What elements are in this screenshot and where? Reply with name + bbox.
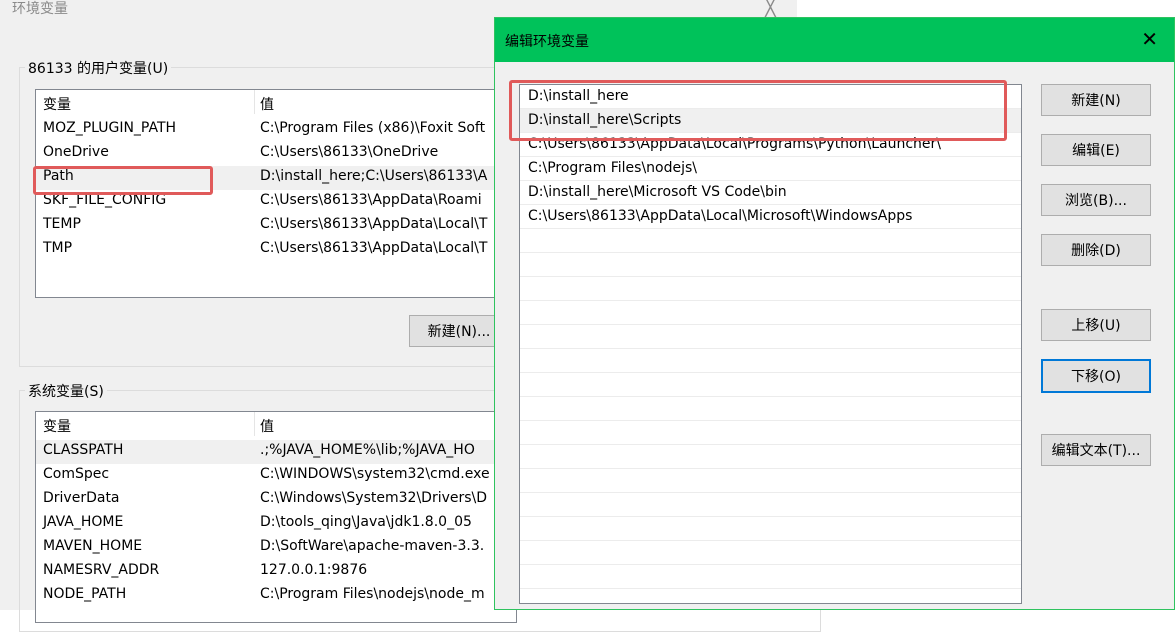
column-header-value[interactable]: 值	[260, 94, 274, 114]
sys-var-row[interactable]: JAVA_HOME D:\tools_qing\Java\jdk1.8.0_05	[36, 512, 516, 536]
dialog-title: 编辑环境变量	[505, 34, 589, 50]
path-entry[interactable]: C:\Users\86133\AppData\Local\Microsoft\W…	[520, 205, 1021, 229]
sys-var-row[interactable]: NODE_PATH C:\Program Files\nodejs\node_m	[36, 584, 516, 608]
var-name: OneDrive	[43, 144, 109, 160]
empty-entry[interactable]	[520, 229, 1021, 253]
delete-button[interactable]: 删除(D)	[1041, 234, 1151, 266]
sys-var-row[interactable]: NAMESRV_ADDR 127.0.0.1:9876	[36, 560, 516, 584]
var-value: C:\Users\86133\AppData\Local\T	[260, 240, 488, 256]
column-header-value[interactable]: 值	[260, 416, 274, 436]
user-var-row[interactable]: TMP C:\Users\86133\AppData\Local\T	[36, 238, 516, 262]
path-highlight-box	[33, 166, 213, 195]
empty-entry[interactable]	[520, 277, 1021, 301]
var-name: TEMP	[43, 216, 81, 232]
empty-entry[interactable]	[520, 253, 1021, 277]
path-entry[interactable]: D:\install_here\Microsoft VS Code\bin	[520, 181, 1021, 205]
var-name: DriverData	[43, 490, 120, 506]
empty-entry[interactable]	[520, 349, 1021, 373]
var-value: C:\Users\86133\OneDrive	[260, 144, 439, 160]
var-name: ComSpec	[43, 466, 110, 482]
var-value: C:\Windows\System32\Drivers\D	[260, 490, 488, 506]
new-button[interactable]: 新建(N)	[1041, 84, 1151, 116]
install-here-highlight-box	[509, 80, 1007, 141]
path-text: C:\Program Files\nodejs\	[528, 160, 698, 176]
move-down-button[interactable]: 下移(O)	[1041, 359, 1151, 393]
path-entries-list[interactable]: D:\install_here D:\install_here\Scripts …	[519, 84, 1022, 604]
system-variables-list[interactable]: 变量 值 CLASSPATH .;%JAVA_HOME%\lib;%JAVA_H…	[35, 411, 517, 623]
empty-entry[interactable]	[520, 325, 1021, 349]
user-var-row[interactable]: MOZ_PLUGIN_PATH C:\Program Files (x86)\F…	[36, 118, 516, 142]
var-name: MAVEN_HOME	[43, 538, 143, 554]
empty-entry[interactable]	[520, 517, 1021, 541]
close-icon[interactable]: ✕	[1141, 27, 1158, 51]
var-value: 127.0.0.1:9876	[260, 562, 368, 578]
sys-var-row[interactable]: MAVEN_HOME D:\SoftWare\apache-maven-3.3.	[36, 536, 516, 560]
user-var-row[interactable]: TEMP C:\Users\86133\AppData\Local\T	[36, 214, 516, 238]
empty-entry[interactable]	[520, 397, 1021, 421]
var-name: TMP	[43, 240, 73, 256]
var-name: JAVA_HOME	[43, 514, 124, 530]
system-list-header: 变量 值	[36, 412, 516, 436]
column-header-name[interactable]: 变量	[43, 94, 71, 114]
empty-entry[interactable]	[520, 421, 1021, 445]
empty-entry[interactable]	[520, 445, 1021, 469]
user-var-row[interactable]: OneDrive C:\Users\86133\OneDrive	[36, 142, 516, 166]
empty-entry[interactable]	[520, 469, 1021, 493]
var-name: NAMESRV_ADDR	[43, 562, 160, 578]
var-value: .;%JAVA_HOME%\lib;%JAVA_HO	[260, 442, 475, 458]
sys-var-row[interactable]: ComSpec C:\WINDOWS\system32\cmd.exe	[36, 464, 516, 488]
path-entry[interactable]: C:\Program Files\nodejs\	[520, 157, 1021, 181]
var-value: D:\tools_qing\Java\jdk1.8.0_05	[260, 514, 472, 530]
system-variables-label: 系统变量(S)	[25, 381, 107, 401]
edit-button[interactable]: 编辑(E)	[1041, 134, 1151, 166]
empty-entry[interactable]	[520, 493, 1021, 517]
var-name: MOZ_PLUGIN_PATH	[43, 120, 177, 136]
var-value: C:\Program Files\nodejs\node_m	[260, 586, 485, 602]
empty-entry[interactable]	[520, 565, 1021, 589]
sys-var-row-selected[interactable]: CLASSPATH .;%JAVA_HOME%\lib;%JAVA_HO	[36, 440, 516, 464]
empty-entry[interactable]	[520, 541, 1021, 565]
user-list-header: 变量 值	[36, 90, 516, 114]
var-value: C:\Users\86133\AppData\Roami	[260, 192, 482, 208]
var-value: D:\install_here;C:\Users\86133\A	[260, 168, 488, 184]
var-value: C:\Users\86133\AppData\Local\T	[260, 216, 488, 232]
empty-entry[interactable]	[520, 373, 1021, 397]
edit-text-button[interactable]: 编辑文本(T)...	[1041, 434, 1151, 466]
column-header-name[interactable]: 变量	[43, 416, 71, 436]
sys-var-row[interactable]: DriverData C:\Windows\System32\Drivers\D	[36, 488, 516, 512]
empty-entry[interactable]	[520, 301, 1021, 325]
var-name: CLASSPATH	[43, 442, 124, 458]
move-up-button[interactable]: 上移(U)	[1041, 309, 1151, 341]
window-title: 环境变量	[12, 1, 68, 17]
var-name: NODE_PATH	[43, 586, 127, 602]
var-value: D:\SoftWare\apache-maven-3.3.	[260, 538, 485, 554]
browse-button[interactable]: 浏览(B)...	[1041, 184, 1151, 216]
path-text: C:\Users\86133\AppData\Local\Microsoft\W…	[528, 208, 913, 224]
user-variables-label: 86133 的用户变量(U)	[25, 58, 172, 78]
var-value: C:\WINDOWS\system32\cmd.exe	[260, 466, 490, 482]
dialog-titlebar[interactable]: 编辑环境变量 ✕	[495, 18, 1174, 62]
close-icon[interactable]: ╳	[765, 0, 776, 18]
path-text: D:\install_here\Microsoft VS Code\bin	[528, 184, 787, 200]
var-value: C:\Program Files (x86)\Foxit Soft	[260, 120, 486, 136]
